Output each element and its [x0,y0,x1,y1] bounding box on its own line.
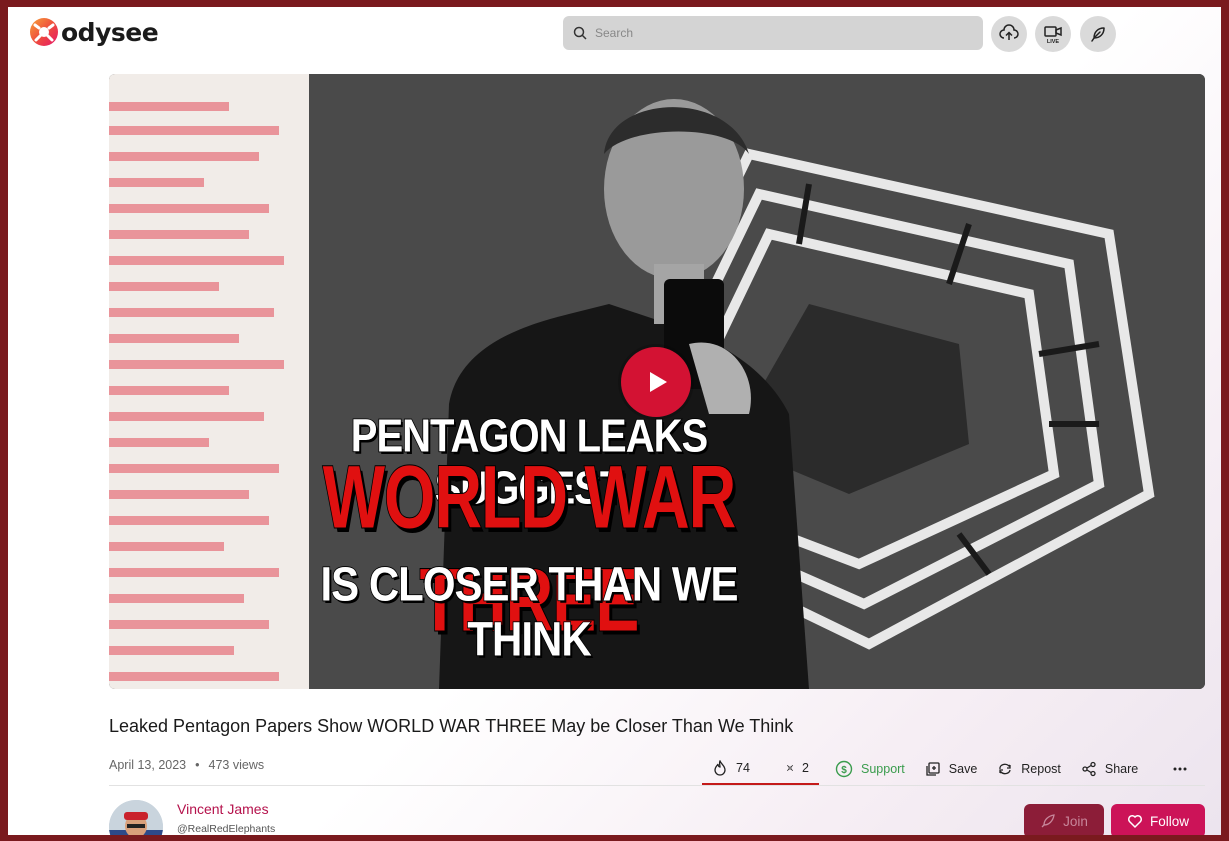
slime-reaction-button[interactable]: 2 [776,752,819,786]
follow-label: Follow [1149,813,1189,829]
odysee-logo-icon [29,17,59,47]
channel-name[interactable]: Vincent James [177,801,269,817]
more-options-button[interactable] [1162,752,1206,786]
meta-separator: • [195,758,200,772]
slime-count: 2 [802,760,809,775]
view-count: 473 views [208,758,265,772]
repost-icon [999,763,1011,775]
video-meta: April 13, 2023 • 473 views [109,758,264,772]
search-input[interactable] [595,26,955,40]
avatar-image [109,800,163,835]
save-label: Save [948,762,978,776]
more-horizontal-icon [1173,767,1187,771]
slime-icon [787,764,793,771]
share-label: Share [1104,762,1139,776]
support-button[interactable]: $ Support [825,752,915,786]
go-live-button[interactable]: LIVE [1035,16,1071,52]
odysee-logo[interactable]: odysee [29,17,159,47]
feather-pen-icon [1091,27,1105,42]
follow-button[interactable]: Follow [1111,804,1205,835]
repost-button[interactable]: Repost [987,752,1071,786]
live-camera-icon: LIVE [1044,26,1062,45]
heart-icon [1127,814,1143,829]
divider [109,785,1205,786]
support-label: Support [861,762,905,776]
publish-button[interactable] [1080,16,1116,52]
brand-name: odysee [61,17,159,47]
search-bar[interactable] [563,16,983,50]
publish-date: April 13, 2023 [109,758,187,772]
repost-label: Repost [1021,762,1061,776]
fire-reaction-button[interactable]: 74 [702,752,776,786]
share-button[interactable]: Share [1071,752,1148,786]
video-title: Leaked Pentagon Papers Show WORLD WAR TH… [109,716,794,736]
upload-cloud-icon [999,24,1019,40]
rocket-icon [1041,814,1055,828]
play-button[interactable] [621,347,691,417]
fire-icon [714,759,726,776]
upload-button[interactable] [991,16,1027,52]
dollar-circle-icon: $ [835,760,853,778]
live-label: LIVE [1047,39,1060,45]
svg-text:$: $ [841,765,847,776]
video-player[interactable]: PENTAGON LEAKS SUGGEST WORLD WAR THREE I… [109,74,1205,689]
play-icon [650,372,667,392]
search-icon [573,26,587,40]
channel-avatar[interactable] [109,800,163,835]
odysee-page: odysee LIVE [8,7,1221,835]
thumbnail-headline-line3: IS CLOSER THAN WE THINK [320,556,740,667]
channel-handle[interactable]: @RealRedElephants [177,823,275,835]
join-label: Join [1063,813,1088,829]
save-playlist-icon [926,762,940,776]
action-bar: 74 2 $ Support Save Repost Share [702,752,1206,786]
share-icon [1082,761,1096,777]
save-button[interactable]: Save [915,752,988,786]
join-button[interactable]: Join [1024,804,1104,835]
fire-count: 74 [736,760,750,775]
